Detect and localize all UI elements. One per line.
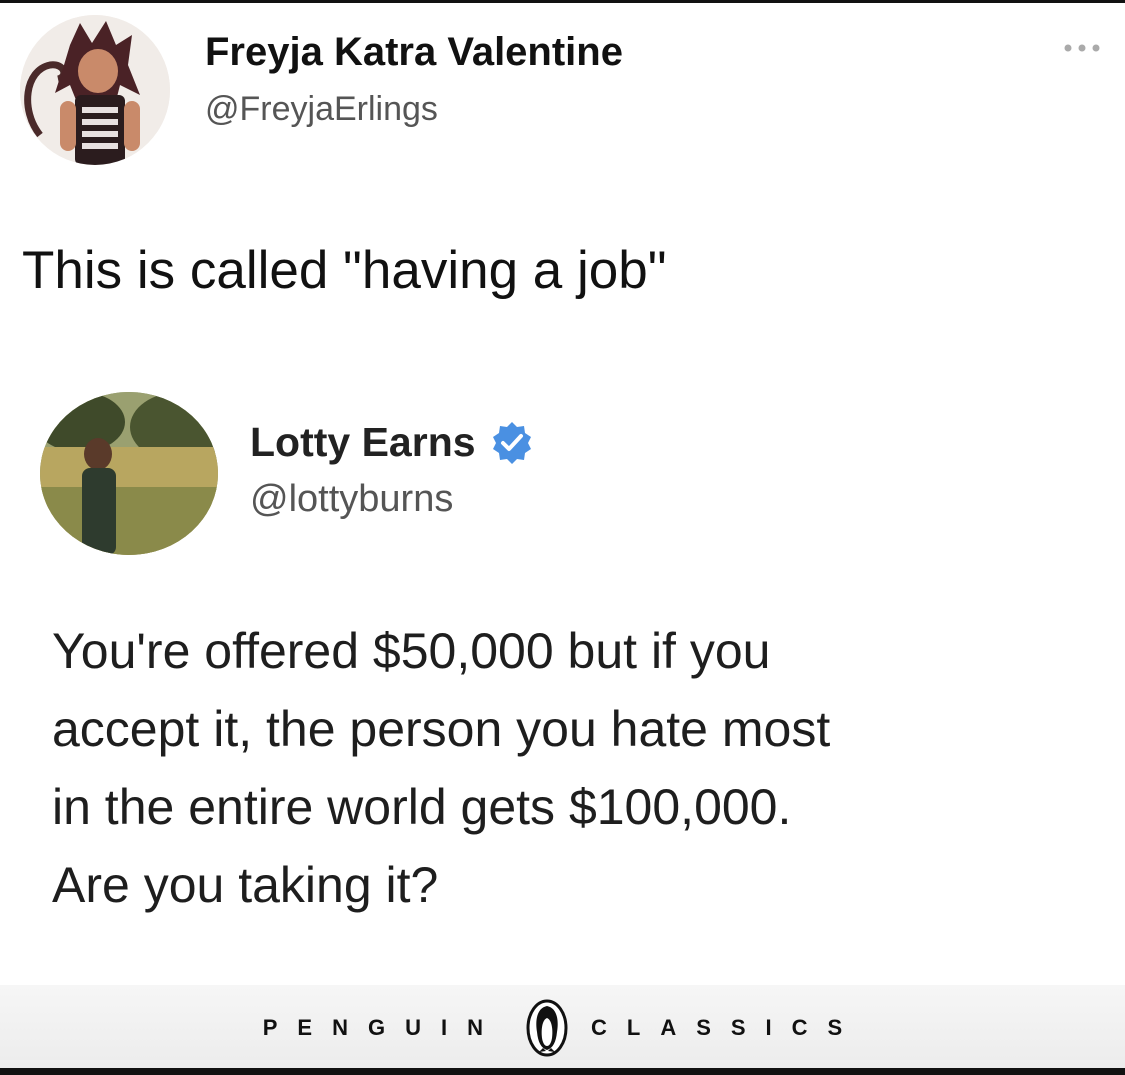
quoted-author-name[interactable]: Lotty Earns [250,419,476,466]
author-name[interactable]: Freyja Katra Valentine [205,30,623,75]
footer-left-word: PENGUIN [262,1015,503,1040]
quoted-tweet-line: Are you taking it? [52,857,439,913]
quoted-author-handle[interactable]: @lottyburns [250,478,453,521]
footer-right-word: CLASSICS [591,1015,863,1040]
verified-badge-icon [490,420,534,464]
quoted-tweet-text: You're offered $50,000 but if you accept… [52,612,1092,924]
quoted-author-avatar[interactable] [40,392,218,555]
penguin-classics-footer: PENGUIN CLASSICS [0,995,1125,1061]
author-avatar[interactable] [20,15,170,165]
quoted-tweet-line: You're offered $50,000 but if you [52,623,771,679]
quoted-tweet-line: accept it, the person you hate most [52,701,831,757]
top-border [0,0,1125,3]
quoted-tweet-line: in the entire world gets $100,000. [52,779,792,835]
quoted-author-row: Lotty Earns [250,412,534,472]
ellipsis-icon[interactable] [1060,38,1110,58]
author-handle[interactable]: @FreyjaErlings [205,90,438,129]
tweet-text: This is called "having a job" [22,241,667,300]
bottom-border [0,1068,1125,1075]
penguin-logo-icon [525,998,569,1058]
